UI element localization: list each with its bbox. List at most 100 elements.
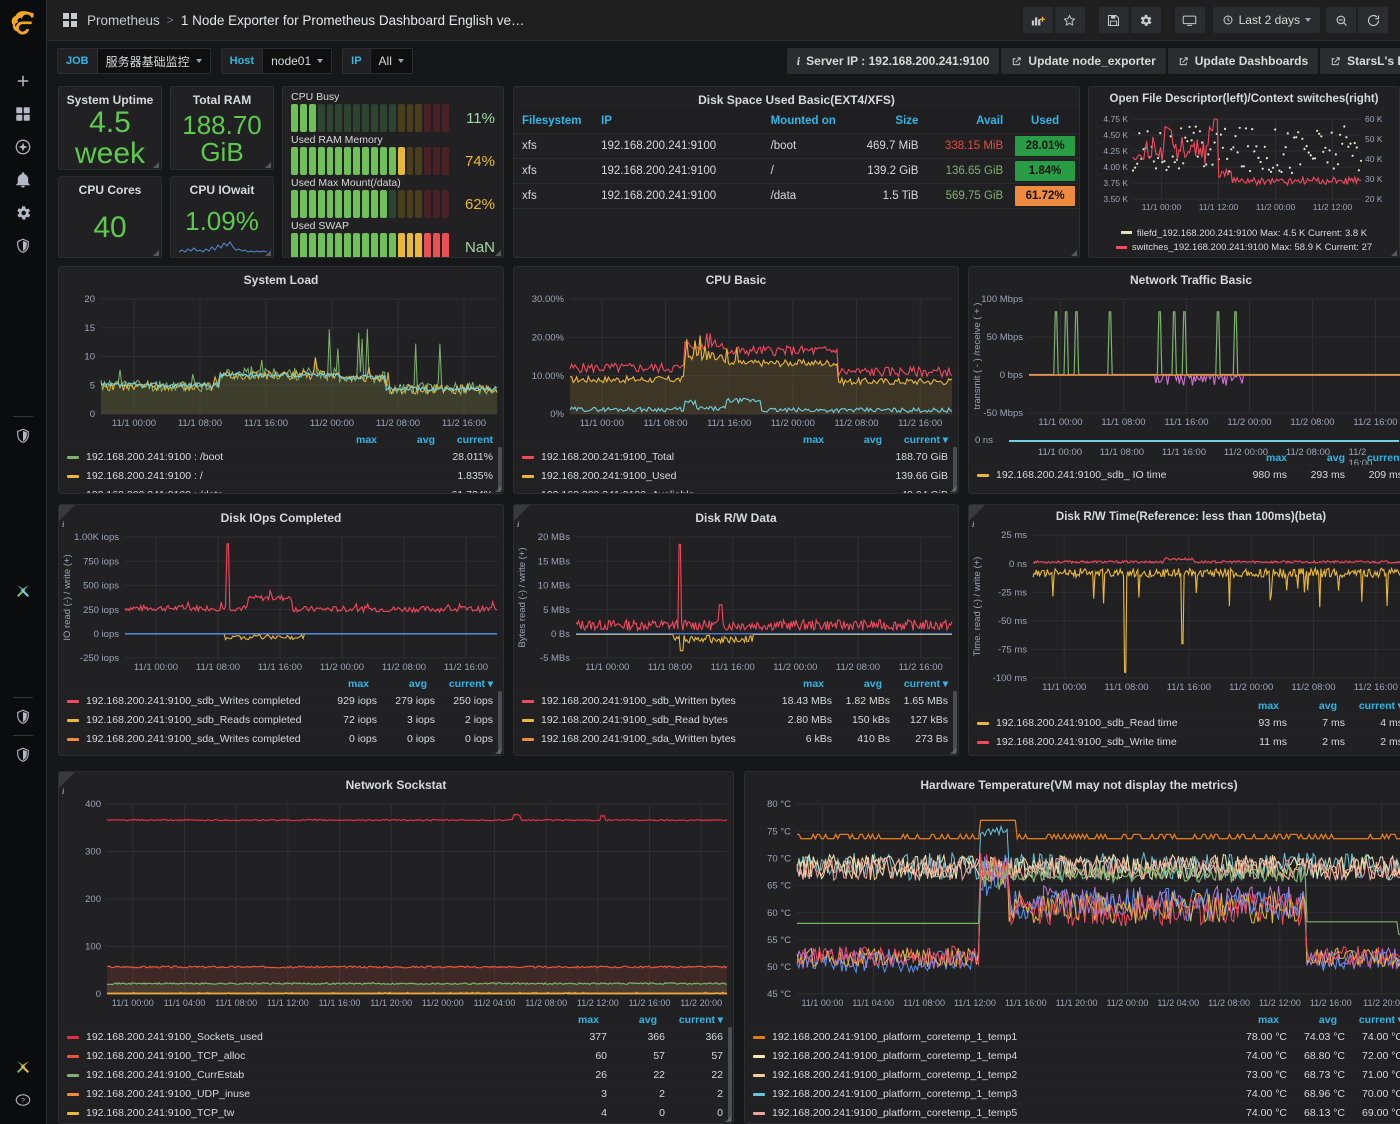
legend-row[interactable]: 192.168.200.241:9100_sdb_Writes complete…	[59, 691, 503, 710]
legend-swatch[interactable]	[753, 1074, 765, 1077]
legend-row[interactable]: 192.168.200.241:9100_CurrEstab262222	[59, 1065, 733, 1084]
legend-row[interactable]: 192.168.200.241:9100_sdb_ IO time980 ms2…	[969, 465, 1400, 484]
legend-swatch[interactable]	[977, 741, 989, 744]
legend-swatch[interactable]	[522, 719, 534, 722]
disk-iops-graph[interactable]: -250 iops0 iops250 iops500 iops750 iops1…	[59, 527, 503, 680]
table-header-ip[interactable]: IP	[593, 109, 763, 134]
legend-series-name[interactable]: 192.168.200.241:9100_Used	[541, 470, 774, 482]
breadcrumb-root[interactable]: Prometheus	[87, 13, 160, 28]
legend-swatch[interactable]	[67, 1093, 79, 1096]
legend-series-name[interactable]: 192.168.200.241:9100_UDP_inuse	[86, 1088, 549, 1100]
sidebar-item-shield-4[interactable]	[0, 738, 47, 771]
panel-resize-handle[interactable]	[153, 250, 159, 256]
legend-swatch[interactable]	[67, 719, 79, 722]
variable-ip[interactable]: IP All	[342, 48, 413, 74]
legend-series-name[interactable]: 192.168.200.241:9100_CurrEstab	[86, 1069, 549, 1081]
settings-button[interactable]	[1131, 7, 1161, 33]
system-load-graph[interactable]: 0510152011/1 00:0011/1 08:0011/1 16:0011…	[59, 289, 503, 436]
panel-resize-handle[interactable]	[153, 162, 159, 168]
legend-series-name[interactable]: 192.168.200.241:9100 : /	[86, 470, 319, 482]
tv-mode-button[interactable]	[1175, 7, 1205, 33]
table-header-avail[interactable]: Avail	[926, 109, 1011, 134]
legend-row[interactable]: 192.168.200.241:9100_platform_coretemp_1…	[745, 1103, 1400, 1122]
legend-series-name[interactable]: 192.168.200.241:9100 : /boot	[86, 451, 319, 463]
legend-series-name[interactable]: 192.168.200.241:9100_platform_coretemp_1…	[772, 1050, 1229, 1062]
legend-row[interactable]: 192.168.200.241:9100 : /data61.724%	[59, 485, 503, 493]
legend-series-name[interactable]: 192.168.200.241:9100_sdb_ IO time	[996, 469, 1229, 481]
legend-series-name[interactable]: 192.168.200.241:9100_platform_coretemp_1…	[772, 1107, 1229, 1119]
legend-swatch[interactable]	[522, 738, 534, 741]
panel-resize-handle[interactable]	[495, 748, 501, 754]
variable-host[interactable]: Host node01	[221, 48, 333, 74]
panel-disk-space-used[interactable]: Disk Space Used Basic(EXT4/XFS) Filesyst…	[513, 86, 1080, 258]
zoom-out-time-button[interactable]	[1326, 7, 1356, 33]
legend-row[interactable]: 192.168.200.241:9100_TCP_tw400	[59, 1103, 733, 1122]
panel-resize-handle[interactable]	[495, 486, 501, 492]
panel-resize-handle[interactable]	[1071, 250, 1077, 256]
sidebar-item-shield-3[interactable]	[0, 700, 47, 733]
legend-series-name[interactable]: 192.168.200.241:9100_platform_coretemp_1…	[772, 1069, 1229, 1081]
breadcrumb-current[interactable]: 1 Node Exporter for Prometheus Dashboard…	[181, 13, 525, 28]
legend-swatch[interactable]	[67, 1055, 79, 1058]
legend-swatch[interactable]	[522, 456, 534, 459]
legend-swatch[interactable]	[67, 456, 79, 459]
network-traffic-graph[interactable]: -50 Mbps0 bps50 Mbps100 Mbps11/1 00:0011…	[969, 289, 1400, 449]
legend-row[interactable]: 192.168.200.241:9100_platform_coretemp_1…	[745, 1046, 1400, 1065]
table-header-filesystem[interactable]: Filesystem	[514, 109, 593, 134]
disk-rw-time-graph[interactable]: -100 ms-75 ms-50 ms-25 ms0 ns25 ms11/1 0…	[969, 525, 1400, 700]
sidebar-item-alerting[interactable]	[0, 163, 47, 196]
legend-swatch[interactable]	[67, 738, 79, 741]
starsl-blog-link[interactable]: StarsL's B	[1320, 48, 1400, 74]
legend-row[interactable]: 192.168.200.241:9100_Total188.70 GiB	[514, 447, 958, 466]
legend-row[interactable]: 192.168.200.241:9100_Sockets_used3773663…	[59, 1027, 733, 1046]
sort-caret-icon[interactable]: ▾	[940, 434, 948, 446]
panel-open-file-descriptor[interactable]: Open File Descriptor(left)/Context switc…	[1088, 86, 1400, 258]
legend-row[interactable]: 192.168.200.241:9100_sdb_Write time11 ms…	[969, 732, 1400, 751]
sidebar-item-configuration[interactable]	[0, 196, 47, 229]
legend-row[interactable]: 192.168.200.241:9100_platform_coretemp_1…	[745, 1065, 1400, 1084]
legend-scrollbar[interactable]	[728, 1027, 732, 1122]
legend-row[interactable]: 192.168.200.241:9100_platform_coretemp_1…	[745, 1027, 1400, 1046]
legend-swatch[interactable]	[753, 1055, 765, 1058]
sidebar-item-add[interactable]	[0, 64, 47, 97]
legend-row[interactable]: 192.168.200.241:9100_sdb_Written bytes18…	[514, 691, 958, 710]
legend-series-name[interactable]: 192.168.200.241:9100_sdb_Written bytes	[541, 695, 774, 707]
panel-resize-handle[interactable]	[950, 748, 956, 754]
panel-disk-rw-time[interactable]: i Disk R/W Time(Reference: less than 100…	[968, 504, 1400, 756]
panel-cpu-basic[interactable]: CPU Basic 0%10.00%20.00%30.00%11/1 00:00…	[513, 266, 959, 494]
panel-cpu-iowait[interactable]: CPU IOwait 1.09%	[170, 176, 274, 258]
legend-row[interactable]: 192.168.200.241:9100_sdb_Read bytes2.80 …	[514, 710, 958, 729]
table-header-size[interactable]: Size	[853, 109, 926, 134]
legend-swatch[interactable]	[522, 475, 534, 478]
sidebar-item-shield-1[interactable]	[0, 229, 47, 262]
sidebar-item-plugin-2[interactable]	[0, 1050, 47, 1083]
legend-swatch[interactable]	[753, 1112, 765, 1115]
panel-cpu-cores[interactable]: CPU Cores 40	[58, 176, 162, 258]
legend-scrollbar[interactable]	[953, 691, 957, 753]
legend-scrollbar[interactable]	[498, 691, 502, 753]
legend-swatch[interactable]	[67, 700, 79, 703]
legend-row[interactable]: 192.168.200.241:9100_sdb_Reads completed…	[59, 710, 503, 729]
panel-network-sockstat[interactable]: i Network Sockstat 010020030040011/1 00:…	[58, 771, 734, 1124]
panel-resize-handle[interactable]	[950, 486, 956, 492]
legend-series-name[interactable]: 192.168.200.241:9100_platform_coretemp_1…	[772, 1031, 1229, 1043]
add-panel-button[interactable]	[1023, 7, 1053, 33]
legend-row[interactable]: 192.168.200.241:9100_TCP_alloc605757	[59, 1046, 733, 1065]
variable-host-value[interactable]: node01	[262, 49, 331, 73]
refresh-button[interactable]	[1358, 7, 1388, 33]
save-button[interactable]	[1099, 7, 1129, 33]
variable-job[interactable]: JOB 服务器基础监控	[57, 48, 211, 74]
panel-resize-handle[interactable]	[265, 250, 271, 256]
legend-row[interactable]: 192.168.200.241:9100_sda_Writes complete…	[59, 729, 503, 748]
sidebar-item-shield-2[interactable]	[0, 419, 47, 452]
legend-series-name[interactable]: 192.168.200.241:9100_Avaliable	[541, 489, 774, 493]
legend-scrollbar[interactable]	[498, 447, 502, 491]
panel-total-ram[interactable]: Total RAM 188.70 GiB	[170, 86, 274, 170]
filedesc-graph[interactable]: 3.50 K3.75 K4.00 K4.25 K4.50 K4.75 K 20 …	[1089, 107, 1399, 219]
legend-series-name[interactable]: 192.168.200.241:9100_sdb_Read time	[996, 717, 1229, 729]
legend-series-name[interactable]: 192.168.200.241:9100_TCP_tw	[86, 1107, 549, 1119]
panel-network-traffic-basic[interactable]: Network Traffic Basic -50 Mbps0 bps50 Mb…	[968, 266, 1400, 494]
panel-system-load[interactable]: System Load 0510152011/1 00:0011/1 08:00…	[58, 266, 504, 494]
sidebar-item-explore[interactable]	[0, 130, 47, 163]
legend-row[interactable]: 192.168.200.241:9100_Used139.66 GiB	[514, 466, 958, 485]
